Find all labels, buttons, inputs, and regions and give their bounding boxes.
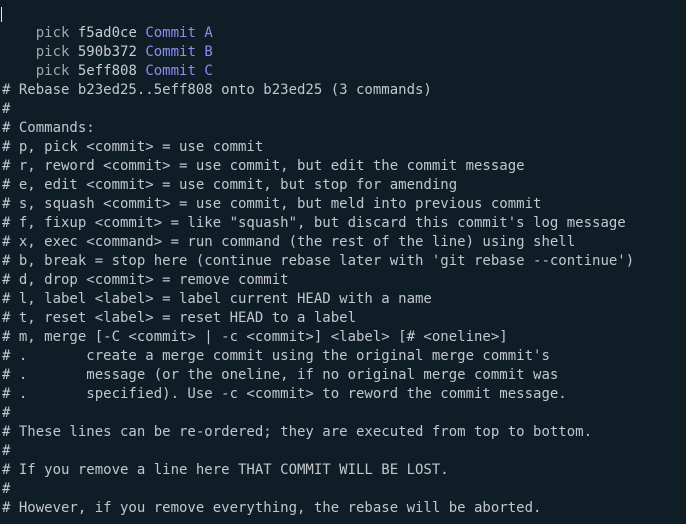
comment-line[interactable]: # Rebase b23ed25..5eff808 onto b23ed25 (… (0, 81, 686, 100)
todo-line-3[interactable]: pick 5eff808 Commit C (0, 43, 686, 79)
comment-line[interactable]: # x, exec <command> = run command (the r… (0, 233, 686, 252)
comment-line[interactable]: # f, fixup <commit> = like "squash", but… (0, 214, 686, 233)
text-cursor (1, 7, 2, 22)
comment-line[interactable]: # (0, 100, 686, 119)
comment-line[interactable]: # Commands: (0, 119, 686, 138)
comment-line[interactable]: # (0, 404, 686, 423)
comment-line[interactable]: # (0, 480, 686, 499)
comment-line[interactable]: # b, break = stop here (continue rebase … (0, 252, 686, 271)
comment-line[interactable]: # These lines can be re-ordered; they ar… (0, 423, 686, 442)
comment-line[interactable]: # s, squash <commit> = use commit, but m… (0, 195, 686, 214)
comment-line[interactable]: # If you remove a line here THAT COMMIT … (0, 461, 686, 480)
comment-line[interactable] (0, 62, 686, 81)
comment-line[interactable]: # e, edit <commit> = use commit, but sto… (0, 176, 686, 195)
comment-line[interactable]: # (0, 442, 686, 461)
comment-line[interactable]: # . create a merge commit using the orig… (0, 347, 686, 366)
comment-line[interactable]: # However, if you remove everything, the… (0, 499, 686, 518)
comment-line[interactable]: # t, reset <label> = reset HEAD to a lab… (0, 309, 686, 328)
comment-line[interactable]: # . message (or the oneline, if no origi… (0, 366, 686, 385)
comment-line[interactable]: # . specified). Use -c <commit> to rewor… (0, 385, 686, 404)
comment-line[interactable]: # l, label <label> = label current HEAD … (0, 290, 686, 309)
todo-line-2[interactable]: pick 590b372 Commit B (0, 24, 686, 60)
comment-line[interactable]: # d, drop <commit> = remove commit (0, 271, 686, 290)
comment-line[interactable]: # p, pick <commit> = use commit (0, 138, 686, 157)
comment-line[interactable]: # r, reword <commit> = use commit, but e… (0, 157, 686, 176)
todo-line-1[interactable]: pick f5ad0ce Commit A (0, 5, 686, 41)
comment-line[interactable]: # m, merge [-C <commit> | -c <commit>] <… (0, 328, 686, 347)
rebase-todo-editor[interactable]: pick f5ad0ce Commit A pick 590b372 Commi… (0, 0, 686, 524)
